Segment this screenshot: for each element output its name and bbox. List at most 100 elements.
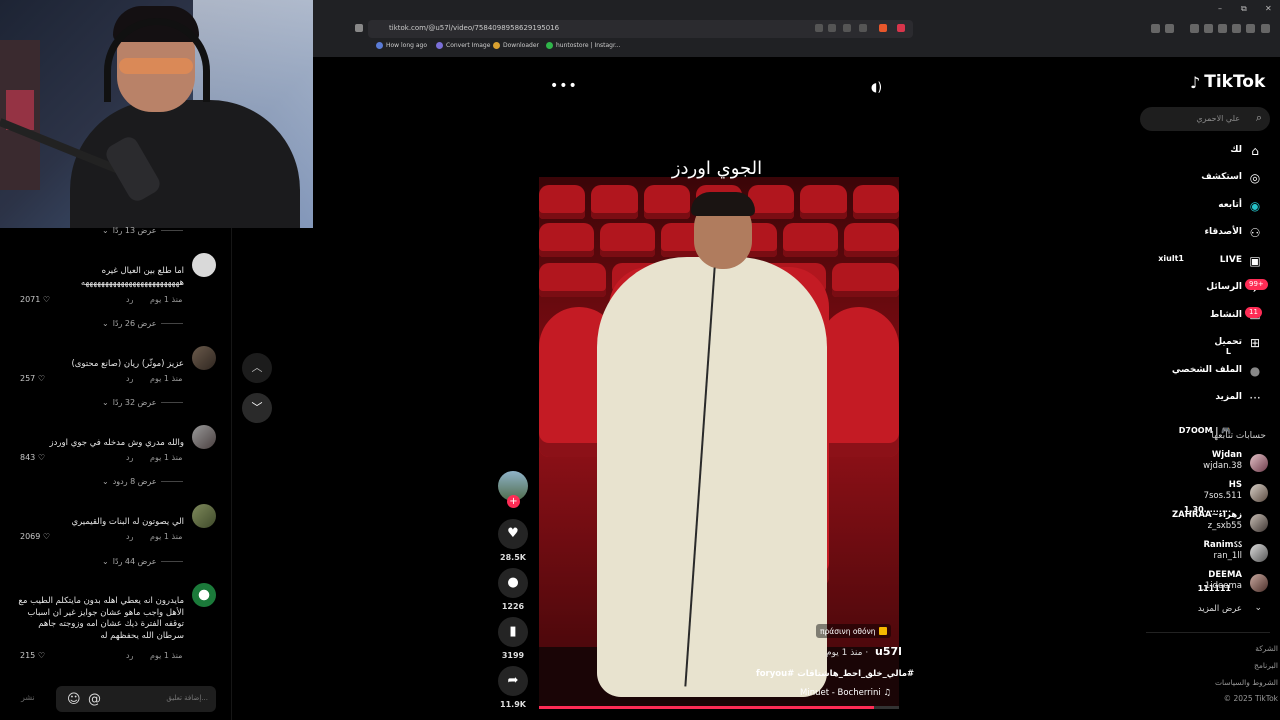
reply-button[interactable]: رد	[126, 453, 133, 462]
followed-account[interactable]: Wjdan wjdan.38	[1140, 450, 1270, 476]
account-avatar	[1250, 454, 1268, 472]
comment-like-button[interactable]: 2071 ♡	[20, 295, 50, 304]
address-bar-url: tiktok.com/@u57l/video/75840989586291950…	[389, 24, 560, 32]
brave-shield-icon[interactable]	[879, 24, 887, 32]
zoom-icon[interactable]	[843, 24, 851, 32]
bookmark-icon	[493, 42, 500, 49]
reader-icon[interactable]	[1218, 24, 1227, 33]
post-comment-button[interactable]: نشر	[21, 693, 35, 702]
share-icon[interactable]	[859, 24, 867, 32]
sidebar-icon[interactable]	[1204, 24, 1213, 33]
footer-company-link[interactable]: الشركة	[1255, 644, 1278, 653]
followed-account[interactable]: Ranimઽઽ ran_1ll	[1140, 540, 1270, 566]
nav-following[interactable]: أتابعه ◉	[1140, 195, 1270, 217]
translate-icon[interactable]	[815, 24, 823, 32]
reply-button[interactable]: رد	[126, 532, 133, 541]
comment-text: الي يصوتون له البنات والقيميري	[71, 517, 184, 527]
reply-button[interactable]: رد	[126, 295, 133, 304]
nav-live[interactable]: LIVE ▣	[1140, 250, 1270, 272]
tiktok-logo[interactable]: ♪ TikTok	[1190, 72, 1265, 92]
comment-like-button[interactable]: 2069 ♡	[20, 532, 50, 541]
comment-like-button[interactable]: 257 ♡	[20, 374, 45, 383]
nav-explore[interactable]: استكشف ◎	[1140, 167, 1270, 189]
save-button[interactable]: ▮	[498, 617, 528, 647]
bookmark-icon: ▮	[509, 624, 517, 639]
view-replies-toggle[interactable]: ⌄ عرض 32 ردًا	[102, 398, 183, 407]
footer-terms-link[interactable]: الشروط والسياسات	[1215, 678, 1278, 687]
menu-icon[interactable]	[1261, 24, 1270, 33]
share-button[interactable]: ➦	[498, 666, 528, 696]
bookmark-star-icon[interactable]	[355, 24, 363, 32]
video-caption[interactable]: #مالي_خلق_احط_هاشتاقات #foryou	[756, 669, 914, 679]
maximize-button[interactable]: ⧉	[1241, 4, 1247, 14]
bookmark-icon	[546, 42, 553, 49]
vpn-icon[interactable]	[1246, 24, 1255, 33]
view-replies-toggle[interactable]: ⌄ عرض 44 ردًا	[102, 557, 183, 566]
chevron-down-icon: ⌄	[102, 557, 109, 566]
video-author[interactable]: منذ 1 يوم · u57l	[826, 645, 902, 658]
bookmark-downloader[interactable]: Downloader	[493, 42, 539, 49]
view-replies-toggle[interactable]: ⌄ عرض 13 ردًا	[102, 226, 183, 235]
like-button[interactable]: ♥	[498, 519, 528, 549]
messages-badge: 99+	[1245, 279, 1268, 290]
share-arrow-icon: ➦	[507, 673, 519, 688]
search-icon[interactable]: ⌕	[1256, 111, 1262, 125]
comment-button[interactable]: ●	[498, 568, 528, 598]
comment-like-button[interactable]: 843 ♡	[20, 453, 45, 462]
volume-icon[interactable]: ◖)	[871, 80, 882, 94]
nav-upload[interactable]: تحميل ⊞	[1140, 332, 1270, 354]
bookmark-how-long-ago[interactable]: How long ago	[376, 42, 427, 49]
comment-avatar[interactable]	[192, 504, 216, 528]
search-input[interactable]: علي الاحمري ⌕	[1140, 107, 1270, 131]
emoji-icon[interactable]: ☺	[67, 692, 81, 707]
comment-age: منذ 1 يوم	[150, 651, 183, 660]
bookmark-huntostore[interactable]: huntostore | Instagr...	[546, 42, 621, 49]
previous-video-button[interactable]: ︿	[242, 353, 272, 383]
nav-more[interactable]: المزيد ···	[1140, 387, 1270, 409]
cast-icon[interactable]	[828, 24, 836, 32]
brave-rewards-icon[interactable]	[897, 24, 905, 32]
see-more-accounts-button[interactable]: عرض المزيد ⌄	[1140, 603, 1270, 617]
nav-profile[interactable]: الملف الشخصي ●	[1140, 360, 1270, 382]
ai-icon[interactable]	[1232, 24, 1241, 33]
video-progress-fill	[539, 706, 874, 709]
comment-age: منذ 1 يوم	[150, 374, 183, 383]
video-sound[interactable]: Minuet - Bocherrini ♫	[800, 688, 891, 698]
comment-avatar[interactable]	[192, 346, 216, 370]
followed-account[interactable]: ZAHRAA~زهراء z_sxb55	[1140, 510, 1270, 536]
streamer-webcam	[0, 0, 313, 228]
view-replies-toggle[interactable]: ⌄ عرض 8 ردود	[102, 477, 183, 486]
extension-icon[interactable]	[1151, 24, 1160, 33]
next-video-button[interactable]: ﹀	[242, 393, 272, 423]
comment-like-button[interactable]: 215 ♡	[20, 651, 45, 660]
follow-plus-icon[interactable]: +	[507, 495, 520, 508]
nav-friends[interactable]: الأصدقاء ⚇	[1140, 222, 1270, 244]
nav-for-you[interactable]: لك ⌂	[1140, 140, 1270, 162]
account-avatar	[1250, 574, 1268, 592]
video-progress-bar[interactable]	[539, 706, 899, 709]
effect-badge[interactable]: πράσινη οθόνη	[816, 624, 891, 638]
extension-icon[interactable]	[1165, 24, 1174, 33]
bookmark-convert-image[interactable]: Convert Image	[436, 42, 490, 49]
footer-program-link[interactable]: البرنامج	[1254, 661, 1278, 670]
comment-age: منذ 1 يوم	[150, 532, 183, 541]
bookmark-icon	[376, 42, 383, 49]
comment-text: والله مدري وش مدخله في جوي اوردز	[49, 438, 184, 448]
comment-avatar[interactable]	[192, 583, 216, 607]
mention-icon[interactable]: @	[88, 692, 101, 707]
reply-button[interactable]: رد	[126, 651, 133, 660]
comment-avatar[interactable]	[192, 253, 216, 277]
reply-button[interactable]: رد	[126, 374, 133, 383]
view-replies-toggle[interactable]: ⌄ عرض 26 ردًا	[102, 319, 183, 328]
followed-account[interactable]: DEEMA _1ideema	[1140, 570, 1270, 596]
more-options-icon[interactable]: •••	[550, 78, 578, 94]
minimize-button[interactable]: –	[1218, 4, 1222, 13]
close-window-button[interactable]: ✕	[1265, 4, 1272, 13]
like-count: 28.5K	[500, 553, 526, 562]
comment-avatar[interactable]	[192, 425, 216, 449]
music-icon[interactable]	[1190, 24, 1199, 33]
compass-icon: ◎	[1249, 171, 1261, 185]
screen: – ⧉ ✕ tiktok.com/@u57l/video/75840989586…	[0, 0, 1280, 720]
account-avatar	[1250, 514, 1268, 532]
followed-account[interactable]: HS 7sos.511	[1140, 480, 1270, 506]
